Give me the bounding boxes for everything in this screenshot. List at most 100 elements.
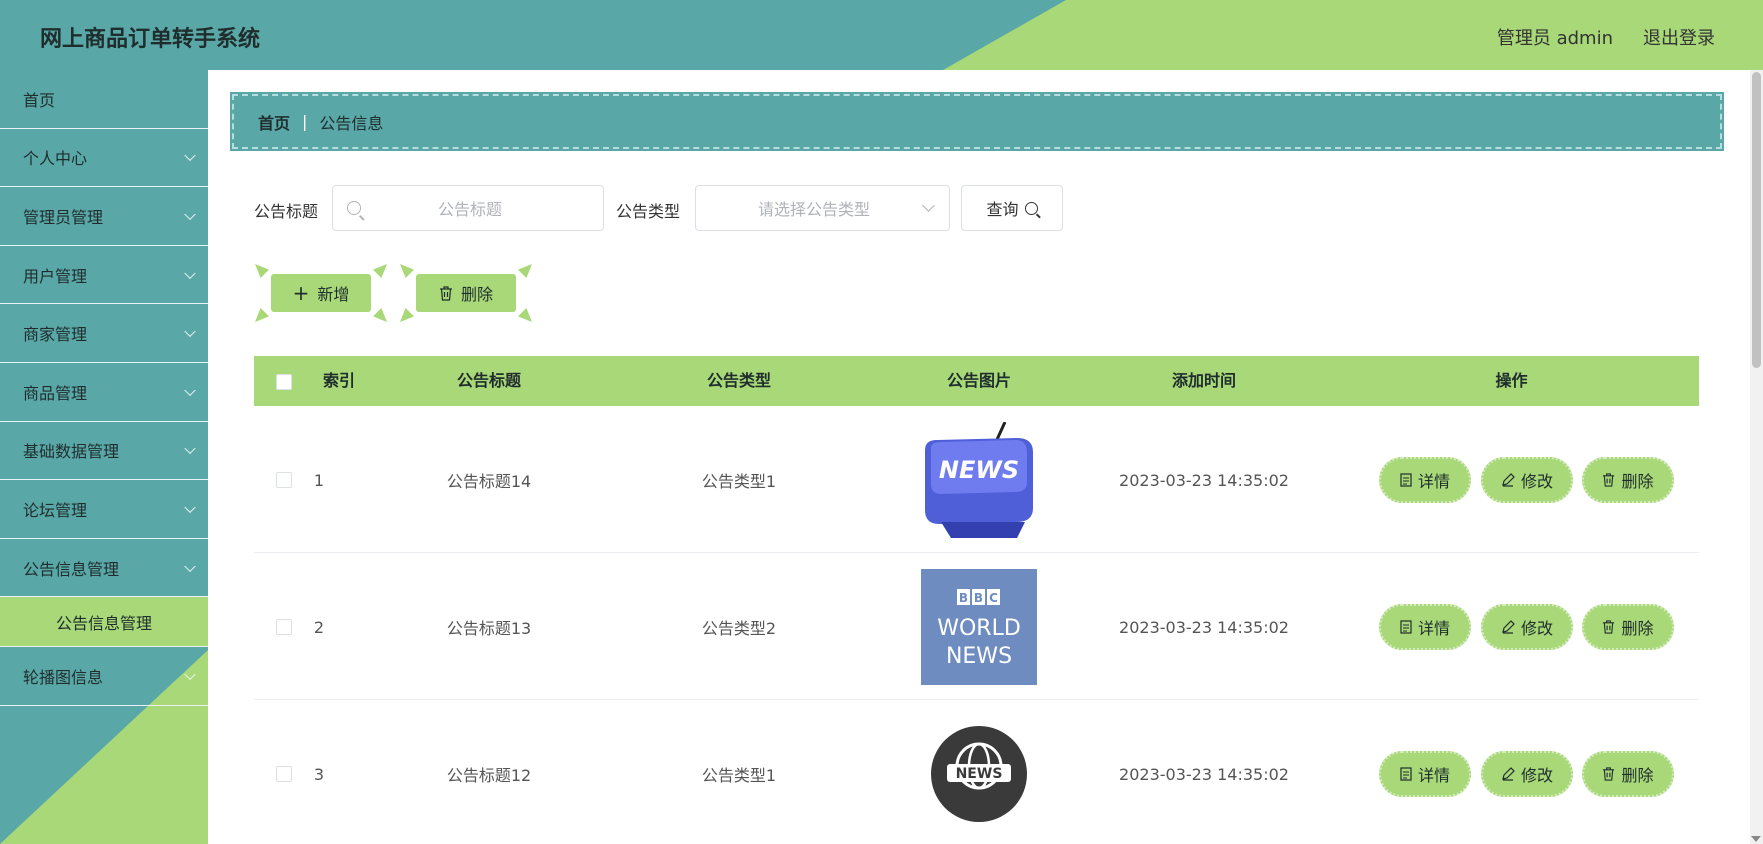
row-checkbox[interactable] bbox=[276, 766, 292, 782]
chevron-down-icon bbox=[184, 560, 196, 572]
row-type: 公告类型1 bbox=[701, 766, 777, 785]
detail-button[interactable]: 详情 bbox=[1379, 457, 1471, 503]
type-select[interactable]: 请选择公告类型 bbox=[695, 185, 950, 231]
edit-button[interactable]: 修改 bbox=[1481, 751, 1573, 797]
chevron-down-icon bbox=[922, 199, 935, 212]
trash-icon bbox=[1603, 767, 1615, 781]
row-checkbox[interactable] bbox=[276, 619, 292, 635]
sidebar-item-users[interactable]: 用户管理 bbox=[0, 246, 208, 305]
pencil-icon bbox=[1502, 473, 1515, 487]
row-delete-button[interactable]: 删除 bbox=[1582, 604, 1674, 650]
delete-button[interactable]: 删除 bbox=[400, 264, 532, 322]
sidebar-item-home[interactable]: 首页 bbox=[0, 70, 208, 129]
chevron-down-icon bbox=[184, 267, 196, 279]
row-time: 2023-03-23 14:35:02 bbox=[1119, 470, 1289, 490]
logout-link[interactable]: 退出登录 bbox=[1643, 24, 1715, 50]
sidebar-item-profile[interactable]: 个人中心 bbox=[0, 129, 208, 188]
trash-icon bbox=[1603, 620, 1615, 634]
document-icon bbox=[1400, 620, 1412, 634]
scroll-down-arrow-icon[interactable] bbox=[1751, 836, 1761, 842]
header-accent bbox=[943, 0, 1763, 70]
sidebar-item-notices[interactable]: 公告信息管理 bbox=[0, 539, 208, 598]
type-select-placeholder: 请选择公告类型 bbox=[758, 200, 871, 219]
detail-button[interactable]: 详情 bbox=[1379, 604, 1471, 650]
query-button[interactable]: 查询 bbox=[961, 185, 1063, 231]
chevron-down-icon bbox=[184, 384, 196, 396]
search-icon bbox=[1024, 201, 1038, 215]
row-title: 公告标题12 bbox=[446, 766, 532, 785]
col-title: 公告标题 bbox=[456, 371, 521, 390]
edit-button[interactable]: 修改 bbox=[1481, 604, 1573, 650]
scrollbar-thumb[interactable] bbox=[1752, 72, 1761, 368]
table-row: 3 公告标题12 公告类型1 NEWS 2023-03-23 14:35:02 … bbox=[254, 701, 1699, 844]
sidebar-item-admins[interactable]: 管理员管理 bbox=[0, 187, 208, 246]
row-index: 2 bbox=[313, 617, 325, 637]
chevron-down-icon bbox=[184, 501, 196, 514]
row-image: B B C WORLD NEWS bbox=[874, 554, 1084, 700]
svg-text:B: B bbox=[959, 591, 968, 605]
chevron-down-icon bbox=[184, 443, 196, 455]
row-type: 公告类型2 bbox=[701, 619, 777, 638]
bbc-world-news-image: B B C WORLD NEWS bbox=[921, 569, 1037, 685]
row-image: NEWS bbox=[874, 407, 1084, 553]
table-row: 2 公告标题13 公告类型2 B B C WORLD NEWS 2023-03-… bbox=[254, 554, 1699, 700]
sidebar-item-merchants[interactable]: 商家管理 bbox=[0, 304, 208, 363]
col-time: 添加时间 bbox=[1171, 371, 1236, 390]
search-icon bbox=[347, 201, 361, 215]
select-all-checkbox[interactable] bbox=[276, 374, 292, 390]
chevron-down-icon bbox=[184, 668, 196, 681]
row-image: NEWS bbox=[874, 701, 1084, 844]
svg-text:C: C bbox=[989, 591, 998, 605]
row-title: 公告标题14 bbox=[446, 472, 532, 491]
breadcrumb-home[interactable]: 首页 bbox=[258, 110, 290, 134]
breadcrumb: 首页 | 公告信息 bbox=[230, 92, 1724, 151]
document-icon bbox=[1400, 473, 1412, 487]
pencil-icon bbox=[1502, 767, 1515, 781]
title-filter-label: 公告标题 bbox=[254, 202, 319, 221]
sidebar: 首页 个人中心 管理员管理 用户管理 商家管理 商品管理 基础数据管理 论坛管理… bbox=[0, 70, 208, 844]
chevron-down-icon bbox=[184, 325, 196, 338]
chevron-down-icon bbox=[184, 208, 196, 221]
svg-text:NEWS: NEWS bbox=[939, 456, 1019, 484]
admin-user-label: 管理员 admin bbox=[1496, 28, 1613, 49]
table-row: 1 公告标题14 公告类型1 NEWS 2023-03-23 14:35:02 … bbox=[254, 407, 1699, 553]
breadcrumb-separator: | bbox=[302, 112, 308, 131]
sidebar-item-forum[interactable]: 论坛管理 bbox=[0, 480, 208, 539]
row-type: 公告类型1 bbox=[701, 472, 777, 491]
row-index: 3 bbox=[313, 764, 325, 784]
svg-text:B: B bbox=[974, 591, 983, 605]
row-delete-button[interactable]: 删除 bbox=[1582, 457, 1674, 503]
edit-button[interactable]: 修改 bbox=[1481, 457, 1573, 503]
sidebar-subitem-notice-management[interactable]: 公告信息管理 bbox=[0, 597, 208, 648]
col-image: 公告图片 bbox=[946, 371, 1011, 390]
top-header: 网上商品订单转手系统 管理员 admin 退出登录 bbox=[0, 0, 1763, 70]
row-index: 1 bbox=[313, 470, 325, 490]
table-header: 索引 公告标题 公告类型 公告图片 添加时间 操作 bbox=[254, 356, 1699, 406]
svg-text:NEWS: NEWS bbox=[946, 644, 1012, 669]
row-delete-button[interactable]: 删除 bbox=[1582, 751, 1674, 797]
col-index: 索引 bbox=[322, 371, 355, 390]
svg-text:NEWS: NEWS bbox=[956, 766, 1003, 782]
col-actions: 操作 bbox=[1495, 371, 1528, 390]
title-search-input[interactable]: 公告标题 bbox=[332, 185, 604, 231]
sidebar-item-products[interactable]: 商品管理 bbox=[0, 363, 208, 422]
row-checkbox[interactable] bbox=[276, 472, 292, 488]
type-filter-label: 公告类型 bbox=[616, 202, 681, 221]
row-time: 2023-03-23 14:35:02 bbox=[1119, 617, 1289, 637]
chevron-down-icon bbox=[184, 150, 196, 162]
app-title: 网上商品订单转手系统 bbox=[40, 27, 261, 52]
breadcrumb-current: 公告信息 bbox=[319, 113, 384, 133]
col-type: 公告类型 bbox=[706, 371, 771, 390]
pencil-icon bbox=[1502, 620, 1515, 634]
row-time: 2023-03-23 14:35:02 bbox=[1119, 764, 1289, 784]
detail-button[interactable]: 详情 bbox=[1379, 751, 1471, 797]
title-search-placeholder: 公告标题 bbox=[438, 200, 503, 219]
sidebar-item-base-data[interactable]: 基础数据管理 bbox=[0, 422, 208, 481]
sidebar-item-carousel[interactable]: 轮播图信息 bbox=[0, 647, 208, 706]
add-button[interactable]: + 新增 bbox=[255, 264, 387, 322]
plus-icon: + bbox=[292, 281, 310, 305]
document-icon bbox=[1400, 767, 1412, 781]
trash-icon bbox=[439, 285, 452, 301]
row-title: 公告标题13 bbox=[446, 619, 532, 638]
globe-news-image: NEWS bbox=[921, 716, 1037, 832]
